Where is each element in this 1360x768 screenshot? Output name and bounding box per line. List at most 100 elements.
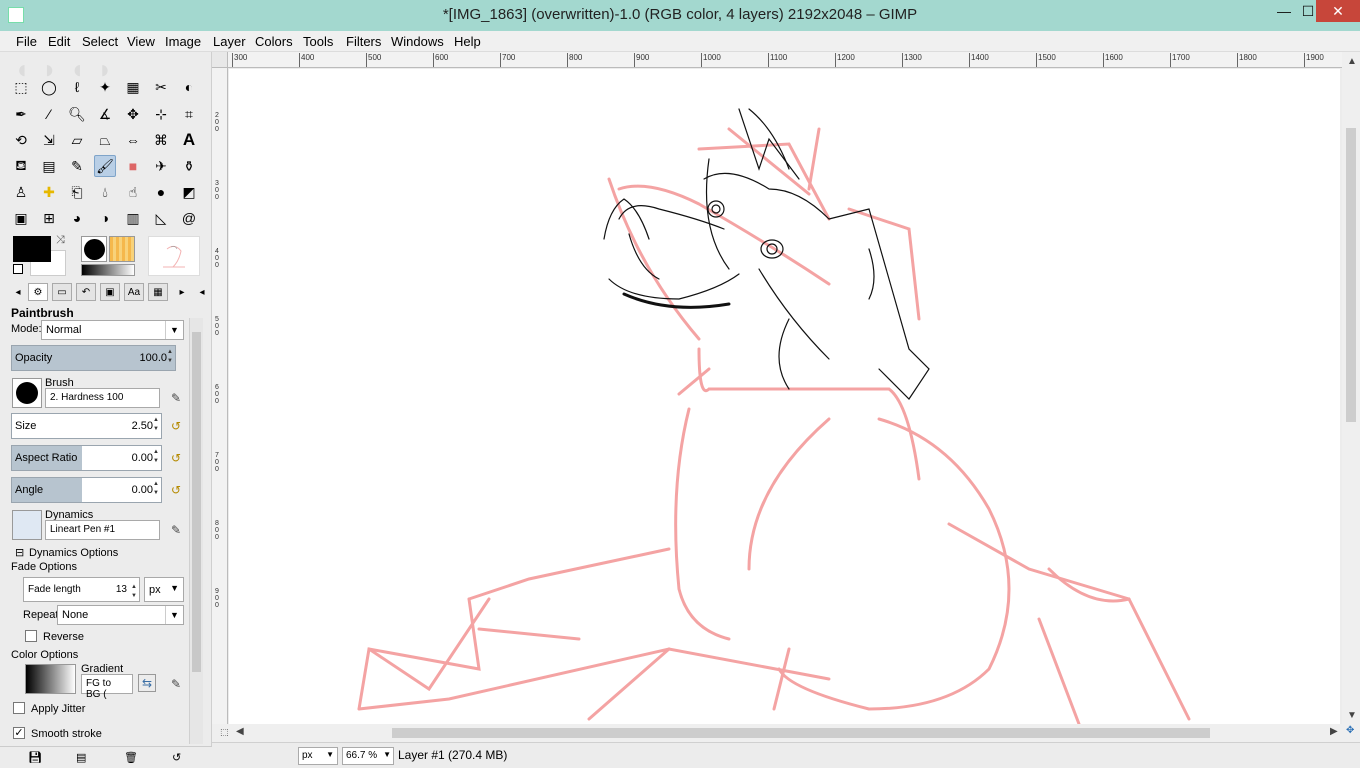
wilber-drop-area[interactable]: ◖◗◖◗: [14, 54, 204, 84]
vertical-scrollbar-thumb[interactable]: [1346, 128, 1356, 422]
scissors-select-tool-icon[interactable]: ✂: [150, 76, 172, 98]
reset-aspect-ratio-icon[interactable]: ↺: [167, 449, 185, 467]
smudge-tool-icon[interactable]: ☝: [122, 181, 144, 203]
tab-images[interactable]: ▣: [100, 283, 120, 301]
brush-thumbnail[interactable]: [12, 378, 42, 408]
aspect-ratio-spinner[interactable]: ▲ ▼: [153, 448, 160, 466]
delete-options-icon[interactable]: 🗑︎: [124, 751, 138, 765]
blend-tool-icon[interactable]: ▤: [38, 155, 60, 177]
dynamics-name-field[interactable]: Lineart Pen #1: [45, 520, 160, 540]
airbrush-tool-icon[interactable]: ✈: [150, 155, 172, 177]
menu-windows[interactable]: Windows: [391, 34, 444, 49]
cage-transform-tool-icon[interactable]: ⌘: [150, 129, 172, 151]
angle-slider[interactable]: Angle 0.00 ▲ ▼: [11, 477, 162, 503]
dodge-burn-tool-icon[interactable]: ●: [150, 181, 172, 203]
horizontal-scrollbar-thumb[interactable]: [392, 728, 1210, 738]
active-image-thumbnail[interactable]: [148, 236, 200, 276]
gradient-name-field[interactable]: FG to BG (: [81, 674, 133, 700]
tab-colormap[interactable]: ▦: [148, 283, 168, 301]
paths-tool-icon[interactable]: ✒: [10, 103, 32, 125]
threshold-tool-icon[interactable]: ◑: [94, 207, 116, 229]
repeat-select[interactable]: None ▼: [57, 605, 184, 625]
smooth-stroke-checkbox[interactable]: ✓: [13, 727, 25, 739]
dynamics-thumbnail[interactable]: [12, 510, 42, 540]
edit-dynamics-icon[interactable]: ✎: [167, 521, 185, 539]
navigate-icon[interactable]: ✥: [1346, 725, 1354, 736]
drawing-canvas[interactable]: [229, 69, 1340, 724]
bucket-fill-tool-icon[interactable]: ⛾: [10, 155, 32, 177]
menu-view[interactable]: View: [127, 34, 155, 49]
swap-colors-icon[interactable]: ⤨: [56, 234, 65, 247]
heal-tool-icon[interactable]: ✚: [38, 181, 60, 203]
reset-options-icon[interactable]: ↺: [172, 751, 186, 765]
fade-unit-select[interactable]: px ▼: [144, 577, 184, 602]
ink-tool-icon[interactable]: ⚱: [178, 155, 200, 177]
menu-image[interactable]: Image: [165, 34, 201, 49]
tab-device-status[interactable]: ▭: [52, 283, 72, 301]
dynamics-options-label[interactable]: Dynamics Options: [29, 547, 118, 559]
brush-name-field[interactable]: 2. Hardness 100: [45, 388, 160, 408]
quick-mask-corner[interactable]: [212, 52, 228, 68]
pencil-tool-icon[interactable]: ✎: [66, 155, 88, 177]
curves-tool-icon[interactable]: ⊞: [38, 207, 60, 229]
dock-scroll-right-icon[interactable]: ▸: [172, 283, 192, 301]
active-brush-preview[interactable]: [81, 236, 107, 262]
menu-colors[interactable]: Colors: [255, 34, 293, 49]
scroll-right-icon[interactable]: ▶: [1330, 726, 1338, 737]
move-tool-icon[interactable]: ✥: [122, 103, 144, 125]
tab-fonts[interactable]: Aa: [124, 283, 144, 301]
vertical-scrollbar[interactable]: ▲ ▼: [1342, 52, 1360, 724]
crop-tool-icon[interactable]: ⌗: [178, 103, 200, 125]
align-tool-icon[interactable]: ⊹: [150, 103, 172, 125]
measure-tool-icon[interactable]: ∡: [94, 103, 116, 125]
opacity-spinner[interactable]: ▲ ▼: [167, 348, 174, 366]
foreground-select-tool-icon[interactable]: ◐: [178, 76, 200, 98]
fade-length-field[interactable]: Fade length 13 ▲ ▼: [23, 577, 140, 602]
opacity-slider[interactable]: Opacity 100.0 ▲ ▼: [11, 345, 176, 371]
paintbrush-tool-icon[interactable]: 🖌︎: [94, 155, 116, 177]
foreground-color-swatch-front[interactable]: [13, 236, 51, 262]
edit-brush-icon[interactable]: ✎: [167, 389, 185, 407]
collapse-dynamics-icon[interactable]: ⊟: [15, 546, 24, 559]
mode-select[interactable]: Normal ▼: [41, 320, 184, 340]
size-spinner[interactable]: ▲ ▼: [153, 416, 160, 434]
clone-tool-icon[interactable]: ♙: [10, 181, 32, 203]
angle-spinner[interactable]: ▲ ▼: [153, 480, 160, 498]
free-select-tool-icon[interactable]: ℓ: [66, 76, 88, 98]
edit-gradient-icon[interactable]: ✎: [167, 675, 185, 693]
rect-select-tool-icon[interactable]: ⬚: [10, 76, 32, 98]
scroll-up-icon[interactable]: ▲: [1347, 56, 1357, 67]
scroll-left-icon[interactable]: ◀: [236, 726, 244, 737]
unit-select[interactable]: px ▼: [298, 747, 338, 765]
zoom-image-with-window-icon[interactable]: ⬚: [220, 727, 229, 738]
shear-tool-icon[interactable]: ▱: [66, 129, 88, 151]
aspect-ratio-slider[interactable]: Aspect Ratio 0.00 ▲ ▼: [11, 445, 162, 471]
color-picker-tool-icon[interactable]: ⁄: [38, 103, 60, 125]
tab-undo-history[interactable]: ↶: [76, 283, 96, 301]
menu-file[interactable]: File: [16, 34, 37, 49]
zoom-select[interactable]: 66.7 % ▼: [342, 747, 394, 765]
active-pattern-preview[interactable]: [109, 236, 135, 262]
spiral-tool-icon[interactable]: @: [178, 207, 200, 229]
histogram-tool-icon[interactable]: ▥: [122, 207, 144, 229]
menu-select[interactable]: Select: [82, 34, 118, 49]
blur-tool-icon[interactable]: 💧︎: [94, 181, 116, 203]
vertical-ruler[interactable]: 2 0 0 3 0 0 4 0 0 5 0 0 6 0 0 7 0 0 8 0 0 9 0 0: [212, 68, 228, 724]
tab-tool-options[interactable]: ⚙: [28, 283, 48, 301]
size-slider[interactable]: Size 2.50 ▲ ▼: [11, 413, 162, 439]
warp-tool-icon[interactable]: ◺: [150, 207, 172, 229]
gradient-thumbnail[interactable]: [25, 664, 76, 694]
levels-tool-icon[interactable]: ▣: [10, 207, 32, 229]
apply-jitter-checkbox[interactable]: [13, 702, 25, 714]
hue-saturation-tool-icon[interactable]: ◕: [66, 207, 88, 229]
reverse-gradient-icon[interactable]: ⇆: [138, 674, 156, 692]
reverse-checkbox[interactable]: [25, 630, 37, 642]
horizontal-scrollbar[interactable]: ⬚ ◀ ▶ ✥: [212, 724, 1360, 742]
zoom-tool-icon[interactable]: 🔍︎: [66, 103, 88, 125]
ellipse-select-tool-icon[interactable]: ◯: [38, 76, 60, 98]
dock-menu-icon[interactable]: ◂: [192, 283, 212, 301]
perspective-tool-icon[interactable]: ⏢: [94, 129, 116, 151]
menu-layer[interactable]: Layer: [213, 34, 246, 49]
scale-tool-icon[interactable]: ⇲: [38, 129, 60, 151]
menu-tools[interactable]: Tools: [303, 34, 333, 49]
